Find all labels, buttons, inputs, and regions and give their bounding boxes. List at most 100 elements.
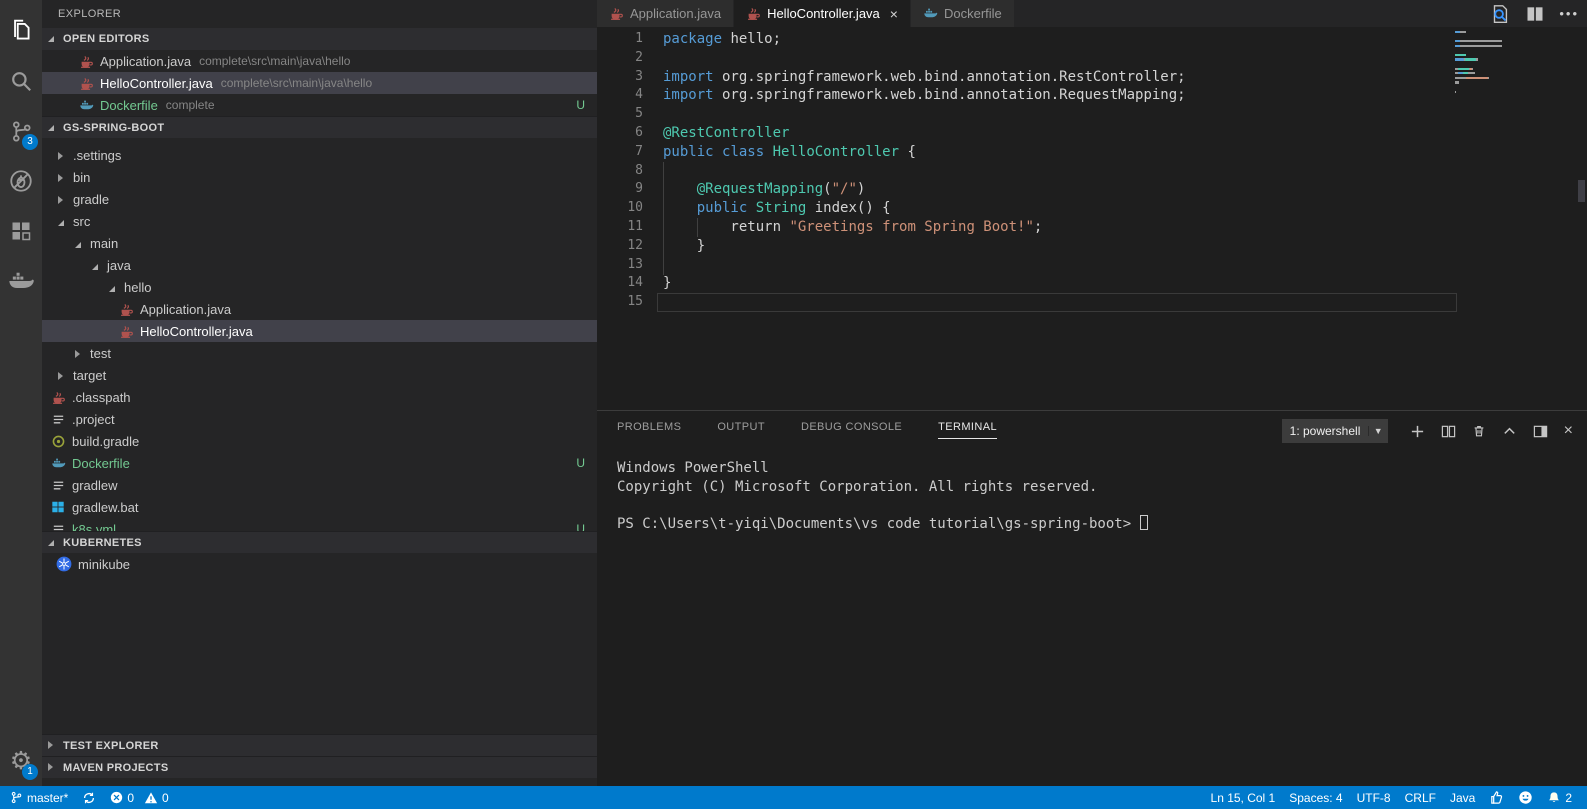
java-icon [78,75,94,91]
activity-extensions-icon[interactable] [0,206,42,256]
tree-item-gradlew-bat[interactable]: gradlew.bat [42,496,597,518]
panel-tab-problems[interactable]: PROBLEMS [617,421,681,439]
sync-button[interactable] [75,786,103,809]
tree-item-hello[interactable]: hello [42,276,597,298]
git-branch-indicator[interactable]: master* [0,786,75,809]
section-kubernetes[interactable]: KUBERNETES [42,531,597,553]
java-icon [118,301,134,317]
new-terminal-icon[interactable] [1410,424,1425,439]
encoding-indicator[interactable]: UTF-8 [1350,786,1398,809]
kubernetes-item-minikube[interactable]: minikube [42,553,597,575]
line-number: 1 [597,30,643,49]
section-test-explorer[interactable]: TEST EXPLORER [42,734,597,756]
split-editor-icon[interactable] [1525,4,1545,24]
file-name: HelloController.java [140,324,253,339]
tree-item-build-gradle[interactable]: build.gradle [42,430,597,452]
eol-indicator[interactable]: CRLF [1398,786,1443,809]
minimap[interactable] [1455,31,1535,100]
tab-hellocontroller-java[interactable]: HelloController.java× [734,0,910,27]
activity-settings-icon[interactable]: ⚙1 [0,736,42,786]
tree-item-dockerfile[interactable]: DockerfileU [42,452,597,474]
activity-source-control-icon[interactable]: 3 [0,106,42,156]
tab-dockerfile[interactable]: Dockerfile [911,0,1014,27]
line-number: 13 [597,256,643,275]
tree-item-application-java[interactable]: Application.java [42,298,597,320]
tree-item-main[interactable]: main [42,232,597,254]
line-number: 11 [597,218,643,237]
git-status-badge: U [576,522,585,531]
tree-item-k8s-yml[interactable]: k8s.yml U [42,518,597,531]
close-panel-icon[interactable]: × [1564,422,1573,440]
maximize-panel-icon[interactable] [1502,424,1517,439]
line-number: 2 [597,49,643,68]
terminal-line: Copyright (C) Microsoft Corporation. All… [617,478,1587,497]
file-name: gradlew [72,478,118,493]
file-name: Dockerfile [100,98,158,113]
panel-tab-terminal[interactable]: TERMINAL [938,421,997,439]
tree-item-gradle[interactable]: gradle [42,188,597,210]
notifications-bell[interactable]: 2 [1540,786,1579,809]
git-status-badge: U [576,98,585,112]
open-editor-dockerfile[interactable]: DockerfilecompleteU [42,94,597,116]
activity-docker-icon[interactable] [0,256,42,306]
activity-search-icon[interactable] [0,56,42,106]
activity-explorer-icon[interactable] [0,6,42,56]
close-icon[interactable]: × [890,6,898,22]
language-indicator[interactable]: Java [1443,786,1482,809]
file-name: .project [72,412,115,427]
open-editor-hellocontroller-java[interactable]: HelloController.javacomplete\src\main\ja… [42,72,597,94]
kill-terminal-icon[interactable] [1472,424,1486,438]
search-file-icon[interactable] [1489,3,1511,25]
terminal-select[interactable]: 1: powershell ▼ [1282,419,1388,443]
code-line [663,162,1587,181]
tree-item-settings[interactable]: .settings [42,144,597,166]
chevron-collapsed-icon [58,192,70,207]
split-terminal-icon[interactable] [1441,424,1456,439]
problems-indicator[interactable]: 0 0 [103,786,175,809]
toggle-panel-position-icon[interactable] [1533,424,1548,439]
section-open-editors[interactable]: OPEN EDITORS [42,28,597,50]
editor-scrollbar-thumb[interactable] [1578,180,1585,202]
file-path: complete\src\main\java\hello [199,54,350,68]
code-editor[interactable]: 123456789101112131415 package hello; imp… [597,27,1587,410]
warning-icon [144,791,158,805]
section-maven-projects[interactable]: MAVEN PROJECTS [42,756,597,778]
tree-item-hellocontroller-java[interactable]: HelloController.java [42,320,597,342]
java-icon [746,6,761,21]
panel-tab-debug-console[interactable]: DEBUG CONSOLE [801,421,902,439]
tree-item-bin[interactable]: bin [42,166,597,188]
folder-name: main [90,236,118,251]
activity-debug-icon[interactable] [0,156,42,206]
feedback-smiley-icon[interactable] [1511,786,1540,809]
terminal-content[interactable]: Windows PowerShellCopyright (C) Microsof… [597,449,1587,533]
tree-item-java[interactable]: java [42,254,597,276]
code-line: } [663,237,1587,256]
cursor-position[interactable]: Ln 15, Col 1 [1204,786,1283,809]
tab-application-java[interactable]: Application.java [597,0,733,27]
tree-item-src[interactable]: src [42,210,597,232]
folder-name: hello [124,280,151,295]
folder-name: gradle [73,192,109,207]
minimap-line [1455,49,1535,51]
list-icon [50,411,66,427]
section-project[interactable]: GS-SPRING-BOOT [42,116,597,138]
folder-name: .settings [73,148,121,163]
tree-item-target[interactable]: target [42,364,597,386]
panel-actions: 1: powershell ▼ × [1282,419,1573,443]
tree-item-classpath[interactable]: .classpath [42,386,597,408]
indentation-indicator[interactable]: Spaces: 4 [1282,786,1349,809]
minimap-line [1455,77,1535,79]
open-editor-application-java[interactable]: Application.javacomplete\src\main\java\h… [42,50,597,72]
file-name: k8s.yml [72,522,116,532]
panel-tab-output[interactable]: OUTPUT [717,421,765,439]
more-actions-icon[interactable]: ••• [1559,6,1579,21]
tree-item-project[interactable]: .project [42,408,597,430]
tree-item-test[interactable]: test [42,342,597,364]
sync-icon [82,791,96,805]
minimap-line [1455,91,1535,93]
feedback-hand-icon[interactable] [1482,786,1511,809]
tree-item-gradlew[interactable]: gradlew [42,474,597,496]
windows-icon [50,499,66,515]
file-path: complete\src\main\java\hello [221,76,372,90]
code-line: public String index() { [663,199,1587,218]
